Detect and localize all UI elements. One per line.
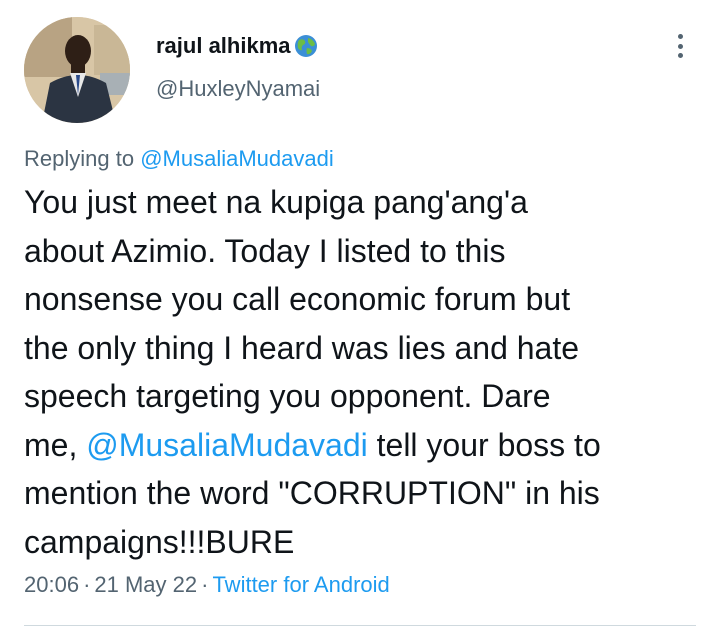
tweet-line: speech targeting you opponent. Dare	[24, 378, 551, 414]
reply-mention-link[interactable]: @MusaliaMudavadi	[140, 146, 334, 171]
avatar-photo	[24, 17, 130, 123]
author-handle[interactable]: @HuxleyNyamai	[156, 76, 320, 102]
tweet-date[interactable]: 21 May 22	[94, 572, 197, 597]
author-name-row[interactable]: rajul alhikma	[156, 33, 318, 59]
tweet-mention-link[interactable]: @MusaliaMudavadi	[86, 427, 368, 463]
author-display-name[interactable]: rajul alhikma	[156, 33, 291, 59]
more-dot-icon	[677, 43, 683, 49]
tweet-meta: 20:06 · 21 May 22 · Twitter for Android	[24, 572, 390, 598]
tweet-line: about Azimio. Today I listed to this	[24, 232, 506, 269]
tweet-source-link[interactable]: Twitter for Android	[212, 572, 389, 597]
more-dot-icon	[677, 53, 683, 58]
meta-separator: ·	[201, 572, 209, 597]
avatar[interactable]	[24, 17, 130, 123]
tweet-line: nonsense you call economic forum but	[24, 281, 571, 317]
tweet-line: me, @MusaliaMudavadi tell your boss to	[24, 421, 704, 470]
tweet-text: You just meet na kupiga pang'ang'a about…	[24, 178, 704, 566]
replying-to-label: Replying to	[24, 146, 141, 171]
tweet-line: the only thing I heard was lies and hate	[24, 329, 580, 366]
globe-icon	[294, 34, 318, 58]
replying-to: Replying to @MusaliaMudavadi	[24, 146, 334, 172]
tweet-line-text: me,	[24, 426, 87, 463]
more-options-button[interactable]	[668, 31, 692, 61]
meta-separator: ·	[83, 572, 91, 597]
tweet-line: campaigns!!!BURE	[24, 523, 295, 560]
tweet-line: mention the word "CORRUPTION" in his	[24, 475, 600, 511]
tweet-line: You just meet na kupiga pang'ang'a	[24, 184, 528, 220]
tweet-line-text: tell your boss to	[367, 426, 601, 463]
divider	[24, 625, 696, 626]
more-dot-icon	[677, 34, 683, 39]
tweet-time[interactable]: 20:06	[24, 572, 79, 597]
